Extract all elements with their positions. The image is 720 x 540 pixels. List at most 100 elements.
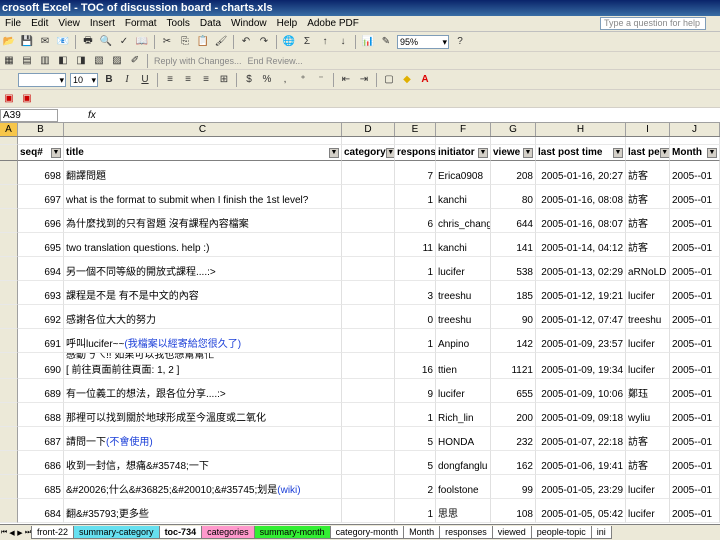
- filter-dropdown-icon[interactable]: ▼: [707, 147, 717, 158]
- views-cell[interactable]: 200: [491, 403, 536, 427]
- sheet-tab-people-topic[interactable]: people-topic: [530, 526, 592, 539]
- title-link[interactable]: (我檔案以經寄給您很久了): [124, 335, 241, 350]
- ink-icon[interactable]: ✐: [127, 53, 143, 69]
- font-name-select[interactable]: [18, 72, 66, 87]
- title-cell[interactable]: two translation questions. help :): [64, 233, 342, 257]
- last-post-cell[interactable]: 2005-01-12, 07:47: [536, 305, 626, 329]
- research-icon[interactable]: 📖: [134, 34, 150, 50]
- seq-cell[interactable]: 697: [18, 185, 64, 209]
- initiator-cell[interactable]: ttien: [436, 353, 491, 379]
- last-post-cell[interactable]: 2005-01-14, 04:12: [536, 233, 626, 257]
- menu-window[interactable]: Window: [226, 18, 272, 29]
- month-cell[interactable]: 2005--01: [670, 379, 720, 403]
- category-cell[interactable]: [342, 475, 395, 499]
- category-cell[interactable]: [342, 427, 395, 451]
- redo-icon[interactable]: ↷: [256, 34, 272, 50]
- seq-cell[interactable]: 689: [18, 379, 64, 403]
- cut-icon[interactable]: ✂: [159, 34, 175, 50]
- month-cell[interactable]: 2005--01: [670, 281, 720, 305]
- month-cell[interactable]: 2005--01: [670, 209, 720, 233]
- cell[interactable]: [395, 137, 436, 145]
- sheet-tab-front-22[interactable]: front-22: [31, 526, 75, 539]
- autosum-icon[interactable]: Σ: [299, 34, 315, 50]
- month-cell[interactable]: 2005--01: [670, 427, 720, 451]
- undo-icon[interactable]: ↶: [238, 34, 254, 50]
- seq-cell[interactable]: 691: [18, 329, 64, 353]
- seq-cell[interactable]: 690: [18, 353, 64, 379]
- name-box[interactable]: A39: [0, 108, 58, 122]
- convert-pdf-icon[interactable]: ▣: [1, 91, 17, 107]
- filter-dropdown-icon[interactable]: ▼: [329, 147, 339, 158]
- menu-help[interactable]: Help: [272, 18, 303, 29]
- seq-cell[interactable]: 687: [18, 427, 64, 451]
- edit-comment-icon[interactable]: ▧: [91, 53, 107, 69]
- title-cell[interactable]: 收到一封信，想痛&#35748;一下: [64, 451, 342, 475]
- increase-indent-icon[interactable]: ⇥: [356, 72, 372, 88]
- title-cell[interactable]: 感謝各位大大的努力: [64, 305, 342, 329]
- last-poster-cell[interactable]: lucifer: [626, 499, 670, 523]
- views-cell[interactable]: 80: [491, 185, 536, 209]
- last-poster-cell[interactable]: 訪客: [626, 427, 670, 451]
- views-cell[interactable]: 162: [491, 451, 536, 475]
- format-painter-icon[interactable]: 🖌: [213, 34, 229, 50]
- sheet-tab-toc-734[interactable]: toc-734: [158, 526, 203, 539]
- initiator-cell[interactable]: kanchi: [436, 185, 491, 209]
- last-post-cell[interactable]: 2005-01-09, 23:57: [536, 329, 626, 353]
- delete-comment-icon[interactable]: ▨: [109, 53, 125, 69]
- last-post-cell[interactable]: 2005-01-16, 20:27: [536, 161, 626, 185]
- last-post-cell[interactable]: 2005-01-16, 08:07: [536, 209, 626, 233]
- sheet-tab-month[interactable]: Month: [403, 526, 441, 539]
- sheet-tab-summary-month[interactable]: summary-month: [253, 526, 331, 539]
- last-post-cell[interactable]: 2005-01-16, 08:08: [536, 185, 626, 209]
- sheet-tab-viewed[interactable]: viewed: [491, 526, 532, 539]
- menu-tools[interactable]: Tools: [162, 18, 195, 29]
- last-post-cell[interactable]: 2005-01-05, 23:29: [536, 475, 626, 499]
- sort-descending-icon[interactable]: ↓: [335, 34, 351, 50]
- last-post-cell[interactable]: 2005-01-09, 19:34: [536, 353, 626, 379]
- title-cell[interactable]: 翻&#35793;更多些: [64, 499, 342, 523]
- menu-file[interactable]: File: [0, 18, 26, 29]
- responses-cell[interactable]: 2: [395, 475, 436, 499]
- font-color-icon[interactable]: A: [417, 72, 433, 88]
- initiator-cell[interactable]: foolstone: [436, 475, 491, 499]
- views-cell[interactable]: 232: [491, 427, 536, 451]
- category-cell[interactable]: [342, 209, 395, 233]
- seq-cell[interactable]: 684: [18, 499, 64, 523]
- title-cell[interactable]: 另一個不同等級的開放式課程....:>: [64, 257, 342, 281]
- column-header-g[interactable]: G: [491, 123, 536, 136]
- responses-cell[interactable]: 5: [395, 451, 436, 475]
- last-poster-cell[interactable]: 訪客: [626, 161, 670, 185]
- sheet-tab-ini[interactable]: ini: [590, 526, 612, 539]
- views-cell[interactable]: 90: [491, 305, 536, 329]
- title-cell[interactable]: what is the format to submit when I fini…: [64, 185, 342, 209]
- views-cell[interactable]: 185: [491, 281, 536, 305]
- comma-icon[interactable]: ,: [277, 72, 293, 88]
- initiator-cell[interactable]: lucifer: [436, 379, 491, 403]
- sort-ascending-icon[interactable]: ↑: [317, 34, 333, 50]
- currency-icon[interactable]: $: [241, 72, 257, 88]
- seq-cell[interactable]: 698: [18, 161, 64, 185]
- zoom-select[interactable]: 95%: [397, 34, 449, 49]
- seq-cell[interactable]: 688: [18, 403, 64, 427]
- title-cell[interactable]: 課程是不是 有不是中文的內容: [64, 281, 342, 305]
- spelling-icon[interactable]: ✓: [116, 34, 132, 50]
- email-icon[interactable]: 📧: [55, 34, 71, 50]
- responses-cell[interactable]: 9: [395, 379, 436, 403]
- menu-view[interactable]: View: [53, 18, 85, 29]
- views-cell[interactable]: 1121: [491, 353, 536, 379]
- views-cell[interactable]: 208: [491, 161, 536, 185]
- views-cell[interactable]: 142: [491, 329, 536, 353]
- cell[interactable]: [491, 137, 536, 145]
- last-poster-cell[interactable]: lucifer: [626, 329, 670, 353]
- column-header-h[interactable]: H: [536, 123, 626, 136]
- title-cell[interactable]: &#20026;什么&#36825;&#20010;&#35745;划是 (wi…: [64, 475, 342, 499]
- column-header-e[interactable]: E: [395, 123, 436, 136]
- last-post-cell[interactable]: 2005-01-13, 02:29: [536, 257, 626, 281]
- filter-dropdown-icon[interactable]: ▼: [385, 147, 394, 158]
- drawing-icon[interactable]: ✎: [378, 34, 394, 50]
- align-center-icon[interactable]: ≡: [180, 72, 196, 88]
- last-post-cell[interactable]: 2005-01-06, 19:41: [536, 451, 626, 475]
- underline-icon[interactable]: U: [137, 72, 153, 88]
- title-cell[interactable]: 那裡可以找到關於地球形成至今溫度或二氧化: [64, 403, 342, 427]
- print-preview-icon[interactable]: 🔍: [98, 34, 114, 50]
